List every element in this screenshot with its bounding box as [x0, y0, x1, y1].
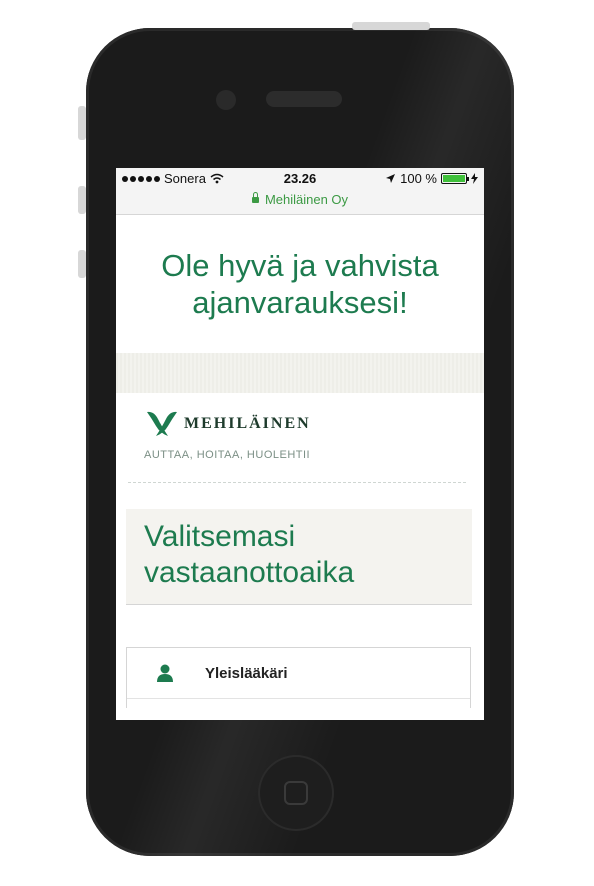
battery-icon	[441, 173, 469, 184]
secure-site-indicator[interactable]: Mehiläinen Oy	[116, 192, 484, 207]
phone-screen: Sonera 23.26 100 % Mehiläinen Oy Ole hyv…	[116, 168, 484, 720]
section-title-line-2: vastaanottoaika	[144, 556, 355, 589]
home-button[interactable]	[258, 755, 334, 831]
power-button	[352, 22, 430, 30]
appointment-card: Yleislääkäri	[126, 647, 471, 708]
charging-bolt-icon	[471, 173, 478, 184]
brand-tagline: AUTTAA, HOITAA, HUOLEHTII	[144, 449, 311, 461]
appointment-doctor-row[interactable]: Yleislääkäri	[127, 648, 470, 699]
earpiece-speaker	[266, 91, 342, 107]
doctor-type: Yleislääkäri	[205, 664, 288, 682]
status-bar: Sonera 23.26 100 % Mehiläinen Oy	[116, 168, 484, 215]
volume-down-button	[78, 250, 86, 278]
section-title: Valitsemasi vastaanottoaika	[126, 509, 472, 605]
page-heading: Ole hyvä ja vahvista ajanvarauksesi!	[116, 215, 484, 353]
volume-up-button	[78, 186, 86, 214]
heading-line-2: ajanvarauksesi!	[192, 285, 408, 320]
battery-percent: 100 %	[400, 171, 437, 186]
person-icon	[157, 664, 173, 682]
silent-switch	[78, 106, 86, 140]
brand-name: MEHILÄINEN	[184, 415, 311, 432]
dashed-divider	[128, 482, 466, 483]
mehilainen-logo-mark-icon	[147, 411, 177, 436]
brand-header: MEHILÄINEN AUTTAA, HOITAA, HUOLEHTII	[116, 393, 484, 483]
home-square-icon	[284, 781, 308, 805]
mehilainen-logo[interactable]: MEHILÄINEN	[144, 407, 456, 441]
heading-line-1: Ole hyvä ja vahvista	[161, 248, 439, 283]
lock-icon	[251, 192, 259, 203]
site-owner: Mehiläinen Oy	[264, 192, 349, 207]
front-camera	[216, 90, 236, 110]
texture-band	[116, 353, 484, 393]
location-arrow-icon	[386, 174, 396, 183]
section-title-line-1: Valitsemasi	[144, 520, 296, 553]
